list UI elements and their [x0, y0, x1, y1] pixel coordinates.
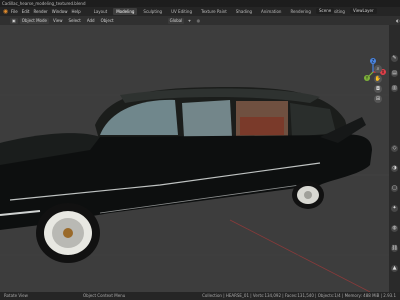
render-properties-icon[interactable]: ▤: [391, 70, 398, 77]
pan-hand-icon[interactable]: ✋: [374, 75, 382, 83]
snap-icon[interactable]: ⌖: [186, 18, 192, 24]
x-axis-line: [229, 219, 371, 292]
gizmo-x-label: X: [382, 70, 385, 75]
status-mid-hint: Object Context Menu: [83, 293, 126, 298]
status-bar: Rotate View Object Context Menu Collecti…: [0, 292, 400, 300]
zoom-icon[interactable]: ⌕: [374, 65, 382, 73]
window-title: Cadillac_hearse_modeling_textured.blend: [0, 0, 400, 7]
tab-layout[interactable]: Layout: [91, 8, 111, 15]
proportional-edit-icon[interactable]: ◎: [195, 18, 203, 24]
status-left-hint: Rotate View: [4, 293, 28, 298]
tab-rendering[interactable]: Rendering: [287, 8, 313, 15]
overlays-icon[interactable]: ◐: [394, 18, 400, 24]
menu-add[interactable]: Add: [85, 18, 97, 24]
perspective-grid-icon[interactable]: ⊞: [374, 95, 382, 103]
editor-type-icon[interactable]: ▣: [10, 17, 18, 24]
tab-animation[interactable]: Animation: [258, 8, 284, 15]
3d-viewport[interactable]: X Z Y ⌕ ✋ ◘ ⊞: [0, 25, 389, 292]
tab-uv-editing[interactable]: UV Editing: [168, 8, 195, 15]
object-properties-icon[interactable]: ▢: [391, 185, 398, 192]
mode-selector[interactable]: Object Mode: [19, 17, 49, 24]
blender-logo-icon[interactable]: ◉: [2, 8, 9, 15]
tab-shading[interactable]: Shading: [233, 8, 255, 15]
tab-sculpting[interactable]: Sculpting: [140, 8, 165, 15]
gizmo-z-label: Z: [372, 59, 375, 64]
modifier-properties-icon[interactable]: ✦: [391, 205, 398, 212]
menu-view[interactable]: View: [51, 18, 65, 24]
hearse-model: [0, 87, 372, 263]
tool-properties-icon[interactable]: ✎: [391, 55, 398, 62]
menu-edit[interactable]: Edit: [22, 9, 30, 14]
menu-file[interactable]: File: [11, 9, 18, 14]
transform-orientation[interactable]: Global: [167, 17, 185, 24]
constraint-properties-icon[interactable]: ⛓: [391, 245, 398, 252]
navigation-gizmo[interactable]: X Z Y: [359, 58, 387, 86]
scene-properties-icon[interactable]: ◇: [391, 145, 398, 152]
view-layer-selector[interactable]: ViewLayer: [350, 8, 377, 14]
properties-tab-strip: ✎ ▤ ▥ ◇ ◑ ▢ ✦ ◍ ⛓ ▲: [389, 25, 400, 292]
gizmo-y-label: Y: [365, 76, 369, 81]
menu-render[interactable]: Render: [33, 9, 47, 14]
top-menubar: ◉ File Edit Render Window Help Layout Mo…: [0, 7, 400, 16]
camera-icon[interactable]: ◘: [374, 85, 382, 93]
menu-window[interactable]: Window: [52, 9, 68, 14]
scene-render: [0, 87, 389, 292]
workspace-tabs: Layout Modeling Sculpting UV Editing Tex…: [91, 8, 378, 15]
menu-help[interactable]: Help: [71, 9, 80, 14]
tab-modeling[interactable]: Modeling: [113, 8, 138, 15]
menu-object[interactable]: Object: [99, 18, 116, 24]
output-properties-icon[interactable]: ▥: [391, 85, 398, 92]
menu-select[interactable]: Select: [66, 18, 82, 24]
scene-selector[interactable]: Scene: [316, 8, 335, 14]
tab-texture-paint[interactable]: Texture Paint: [198, 8, 230, 15]
material-properties-icon[interactable]: ◍: [391, 225, 398, 232]
data-properties-icon[interactable]: ▲: [391, 265, 398, 272]
world-properties-icon[interactable]: ◑: [391, 165, 398, 172]
status-scene-stats: Collection | HEARSE_01 | Verts:134,092 |…: [202, 293, 396, 298]
